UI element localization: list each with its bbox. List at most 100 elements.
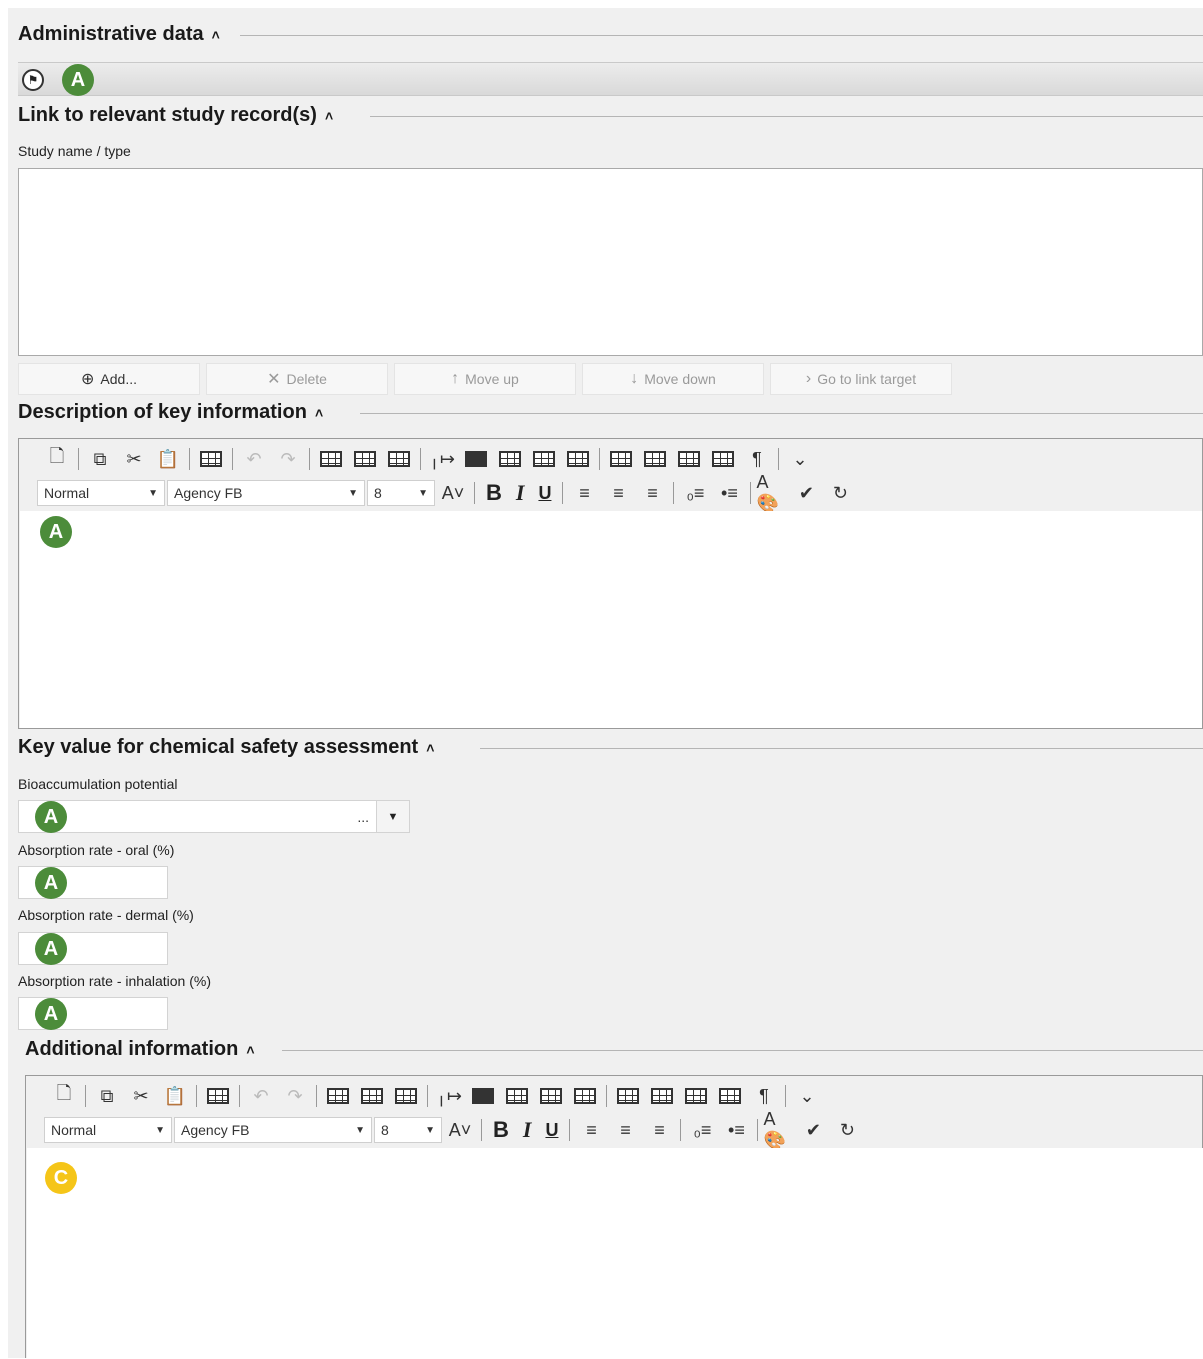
align-left-icon[interactable]: ≡ [568,479,600,507]
numbered-list-icon[interactable]: ₀≡ [686,1116,718,1144]
bullet-list-icon[interactable]: •≡ [720,1116,752,1144]
bullet-list-icon[interactable]: •≡ [713,479,745,507]
table-col-left-icon[interactable] [501,1082,533,1110]
cut-icon[interactable]: ✂ [125,1082,157,1110]
align-right-icon[interactable]: ≡ [643,1116,675,1144]
font-size-select[interactable]: 8 ▼ [367,480,435,506]
format-painter-icon[interactable]: ✔ [790,479,822,507]
paste-icon[interactable]: 📋 [152,445,184,473]
section-header-key-value[interactable]: Key value for chemical safety assessment… [18,736,443,759]
section-header-description[interactable]: Description of key information ˄ [18,401,332,424]
copy-icon[interactable]: ⧉ [91,1082,123,1110]
delete-button[interactable]: ✕ Delete [206,363,388,395]
table-col-right-icon[interactable] [528,445,560,473]
table-row-below-icon[interactable] [349,445,381,473]
chevron-up-icon[interactable]: ˄ [315,405,323,421]
align-center-icon[interactable]: ≡ [602,479,634,507]
chevron-down-icon[interactable]: ⌄ [784,445,816,473]
font-size-up-icon[interactable]: A˅ [437,479,469,507]
table-row-above-icon[interactable] [315,445,347,473]
dermal-label: Absorption rate - dermal (%) [18,907,194,923]
move-down-label: Move down [644,371,716,387]
move-down-button[interactable]: ↓ Move down [582,363,764,395]
flag-icon[interactable]: ⚑ [22,69,44,91]
editor-content[interactable]: A [20,511,1202,728]
redo-icon[interactable]: ↷ [279,1082,311,1110]
bioaccumulation-select[interactable]: A ... ▼ [18,800,410,833]
table-insert-column-icon[interactable]: ╷↦ [426,445,458,473]
font-size-select[interactable]: 8 ▼ [374,1117,442,1143]
chevron-up-icon[interactable]: ˄ [426,740,434,756]
insert-table-icon[interactable] [195,445,227,473]
font-select[interactable]: Agency FB ▼ [174,1117,372,1143]
table-col-left-icon[interactable] [494,445,526,473]
table-col-right-icon[interactable] [535,1082,567,1110]
go-to-link-button[interactable]: › Go to link target [770,363,952,395]
add-button[interactable]: ⊕ Add... [18,363,200,395]
editor-content[interactable]: C [27,1148,1203,1359]
align-left-icon[interactable]: ≡ [575,1116,607,1144]
table-header-icon[interactable] [680,1082,712,1110]
italic-icon[interactable]: I [510,480,531,506]
table-merge-icon[interactable] [467,1082,499,1110]
table-delete-icon[interactable] [714,1082,746,1110]
chevron-down-icon[interactable]: ⌄ [791,1082,823,1110]
bold-icon[interactable]: B [487,1117,515,1143]
move-up-button[interactable]: ↑ Move up [394,363,576,395]
redo-icon[interactable]: ↷ [272,445,304,473]
italic-icon[interactable]: I [517,1117,538,1143]
section-header-administrative[interactable]: Administrative data ˄ [18,23,228,46]
table-split-icon[interactable] [612,1082,644,1110]
section-divider [360,413,1203,414]
study-list[interactable] [18,168,1203,356]
table-row-above-icon[interactable] [322,1082,354,1110]
table-insert-column-icon[interactable]: ╷↦ [433,1082,465,1110]
underline-icon[interactable]: U [539,1120,564,1141]
section-header-additional[interactable]: Additional information ˄ [25,1038,263,1061]
section-header-link[interactable]: Link to relevant study record(s) ˄ [18,104,342,127]
cut-icon[interactable]: ✂ [118,445,150,473]
new-document-icon[interactable]: 🗋 [41,445,73,473]
underline-icon[interactable]: U [532,483,557,504]
copy-icon[interactable]: ⧉ [84,445,116,473]
font-select[interactable]: Agency FB ▼ [167,480,365,506]
inhalation-rate-input[interactable]: A [18,997,168,1030]
oral-rate-input[interactable]: A [18,866,168,899]
table-delete-row-icon[interactable] [383,445,415,473]
style-select[interactable]: Normal ▼ [37,480,165,506]
table-delete-row-icon[interactable] [390,1082,422,1110]
table-merge-icon[interactable] [460,445,492,473]
insert-table-icon[interactable] [202,1082,234,1110]
format-painter-icon[interactable]: ✔ [797,1116,829,1144]
dermal-rate-input[interactable]: A [18,932,168,965]
table-split-icon[interactable] [605,445,637,473]
undo-icon[interactable]: ↶ [238,445,270,473]
refresh-icon[interactable]: ↻ [824,479,856,507]
align-right-icon[interactable]: ≡ [636,479,668,507]
align-center-icon[interactable]: ≡ [609,1116,641,1144]
chevron-right-icon: › [805,370,812,387]
font-size-up-icon[interactable]: A˅ [444,1116,476,1144]
chevron-up-icon[interactable]: ˄ [325,108,333,124]
style-select[interactable]: Normal ▼ [44,1117,172,1143]
pilcrow-icon[interactable]: ¶ [748,1082,780,1110]
table-delete-icon[interactable] [707,445,739,473]
text-color-icon[interactable]: A🎨 [763,1109,795,1150]
paste-icon[interactable]: 📋 [159,1082,191,1110]
table-properties-icon[interactable] [639,445,671,473]
refresh-icon[interactable]: ↻ [831,1116,863,1144]
text-color-icon[interactable]: A🎨 [756,472,788,513]
new-document-icon[interactable]: 🗋 [48,1082,80,1110]
undo-icon[interactable]: ↶ [245,1082,277,1110]
table-row-below-icon[interactable] [356,1082,388,1110]
table-header-icon[interactable] [673,445,705,473]
numbered-list-icon[interactable]: ₀≡ [679,479,711,507]
table-delete-col-icon[interactable] [569,1082,601,1110]
table-delete-col-icon[interactable] [562,445,594,473]
chevron-up-icon[interactable]: ˄ [246,1042,254,1058]
pilcrow-icon[interactable]: ¶ [741,445,773,473]
chevron-up-icon[interactable]: ˄ [212,27,220,43]
bold-icon[interactable]: B [480,480,508,506]
table-properties-icon[interactable] [646,1082,678,1110]
chevron-down-icon[interactable]: ▼ [376,801,409,832]
